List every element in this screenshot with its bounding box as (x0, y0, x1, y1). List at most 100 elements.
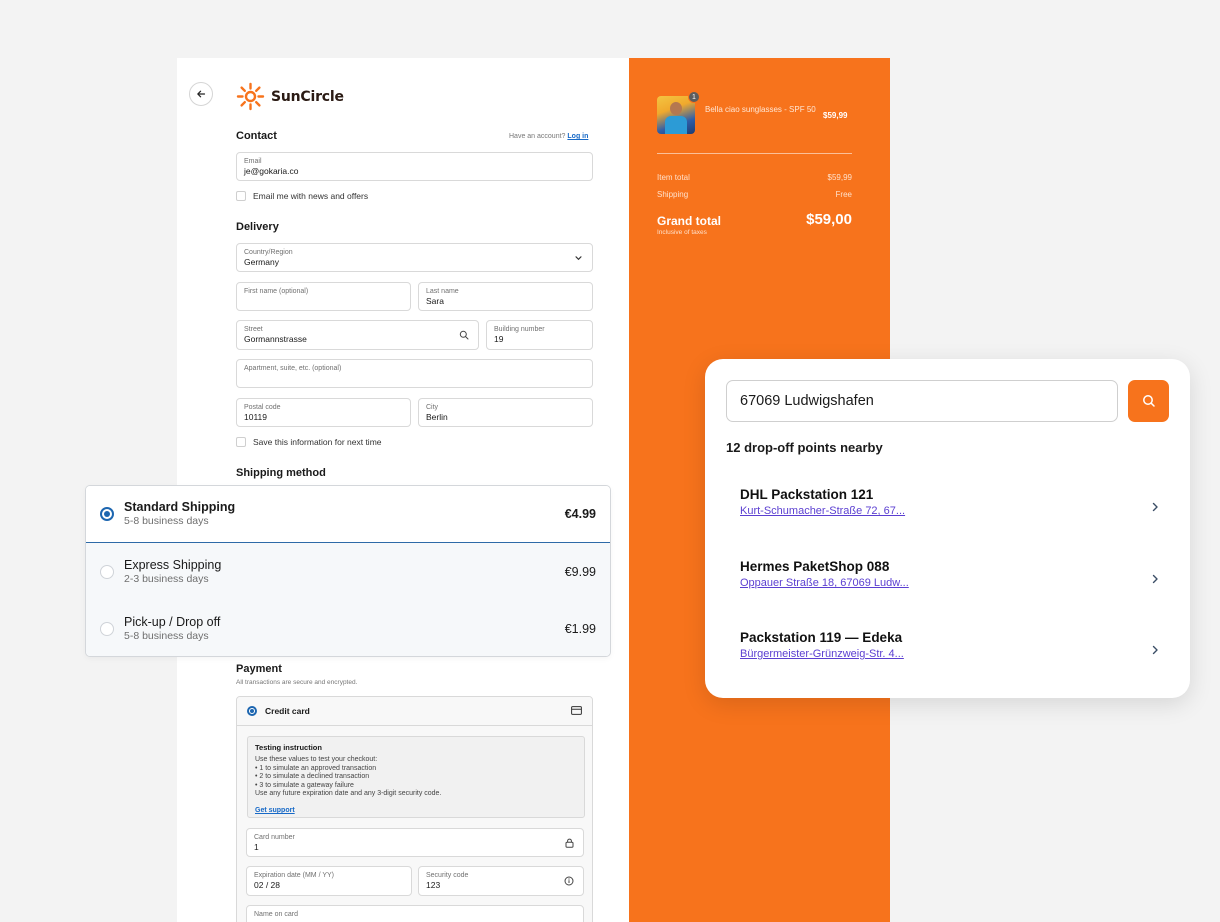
quantity-badge: 1 (688, 91, 700, 103)
postal-value: 10119 (244, 412, 268, 422)
dropoff-search-input[interactable]: 67069 Ludwigshafen (726, 380, 1118, 422)
brand-logo[interactable]: SunCircle (236, 82, 344, 111)
newsletter-checkbox-row[interactable]: Email me with news and offers (236, 191, 368, 201)
arrow-left-icon (197, 90, 206, 98)
product-thumbnail: 1 (657, 91, 700, 134)
radio-unselected[interactable] (100, 621, 114, 636)
country-label: Country/Region (244, 249, 293, 256)
security-code-value: 123 (426, 880, 441, 890)
street-field[interactable]: Street Gormannstrasse (236, 320, 479, 350)
city-label: City (426, 404, 439, 411)
shipping-total-value: Free (835, 190, 852, 199)
shipping-option-name: Standard Shipping (124, 500, 236, 514)
first-name-label: First name (optional) (244, 288, 309, 295)
brand-name: SunCircle (271, 88, 344, 105)
newsletter-label: Email me with news and offers (253, 191, 369, 201)
name-on-card-field[interactable]: Name on card (246, 905, 584, 922)
apartment-field[interactable]: Apartment, suite, etc. (optional) (236, 359, 593, 388)
testing-instruction-line: • 2 to simulate a declined transaction (255, 773, 370, 781)
newsletter-checkbox[interactable] (236, 191, 246, 201)
payment-subtitle: All transactions are secure and encrypte… (236, 679, 358, 686)
country-select[interactable]: Country/Region Germany (236, 243, 593, 272)
get-support-link[interactable]: Get support (255, 807, 295, 814)
product-name: Bella ciao sunglasses - SPF 50 (705, 105, 816, 114)
dropoff-point-address[interactable]: Bürgermeister-Grünzweig-Str. 4... (740, 646, 1160, 662)
testing-instruction-box: Testing instruction Use these values to … (247, 736, 585, 818)
payment-method-card: Credit card Testing instruction Use thes… (236, 696, 593, 922)
shipping-options-card: Standard Shipping 5-8 business days €4.9… (85, 485, 611, 657)
save-info-label: Save this information for next time (253, 437, 382, 447)
dropoff-points-popup: 67069 Ludwigshafen 12 drop-off points ne… (705, 359, 1190, 698)
delivery-title: Delivery (236, 221, 279, 233)
shipping-option-pickup[interactable]: Pick-up / Drop off 5-8 business days €1.… (86, 600, 610, 656)
contact-title: Contact (236, 130, 277, 142)
shipping-option-price: €4.99 (564, 507, 596, 521)
payment-title: Payment (236, 663, 282, 675)
expiration-date-field[interactable]: Expiration date (MM / YY) 02 / 28 (246, 866, 412, 896)
radio-unselected[interactable] (100, 564, 114, 579)
product-image-shirt (665, 116, 687, 134)
search-icon[interactable] (459, 330, 469, 340)
city-field[interactable]: City Berlin (418, 398, 593, 427)
payment-method-credit-card[interactable]: Credit card (237, 697, 592, 726)
shipping-method-title: Shipping method (236, 467, 326, 479)
product-price: $59,99 (823, 111, 848, 120)
dropoff-point-name: Hermes PaketShop 088 (740, 559, 890, 574)
login-prompt: Have an account? Log in (509, 133, 588, 140)
summary-divider (657, 153, 852, 154)
shipping-option-name: Pick-up / Drop off (124, 614, 221, 629)
security-code-field[interactable]: Security code 123 (418, 866, 584, 896)
name-on-card-label: Name on card (254, 911, 298, 918)
chevron-right-icon (1150, 573, 1160, 585)
last-name-label: Last name (426, 288, 459, 295)
info-icon[interactable] (564, 876, 574, 886)
shipping-option-price: €1.99 (564, 621, 596, 636)
grand-total-subtitle: Inclusive of taxes (657, 229, 707, 236)
dropoff-point-item[interactable]: Packstation 119 — Edeka Bürgermeister-Gr… (740, 629, 1160, 675)
save-info-checkbox[interactable] (236, 437, 246, 447)
dropoff-point-item[interactable]: Hermes PaketShop 088 Oppauer Straße 18, … (740, 558, 1160, 604)
dropoff-point-name: DHL Packstation 121 (740, 487, 874, 502)
card-number-value: 1 (254, 842, 259, 852)
have-account-text: Have an account? (509, 133, 566, 140)
payment-method-label: Credit card (265, 706, 310, 716)
product-image-face (670, 102, 682, 115)
chevron-down-icon (574, 253, 583, 262)
street-label: Street (244, 326, 263, 333)
email-field[interactable]: Email je@gokaria.co (236, 152, 593, 181)
radio-selected[interactable] (247, 706, 257, 716)
dropoff-point-item[interactable]: DHL Packstation 121 Kurt-Schumacher-Stra… (740, 486, 1160, 532)
radio-selected[interactable] (100, 507, 114, 521)
dropoff-point-address[interactable]: Oppauer Straße 18, 67069 Ludw... (740, 575, 1160, 591)
testing-instruction-title: Testing instruction (255, 743, 322, 752)
testing-instruction-line: • 1 to simulate an approved transaction (255, 764, 377, 772)
item-total-row: Item total $59,99 (657, 173, 852, 182)
building-label: Building number (494, 326, 545, 333)
testing-instruction-line: • 3 to simulate a gateway failure (255, 781, 354, 789)
save-info-checkbox-row[interactable]: Save this information for next time (236, 437, 382, 447)
dropoff-search-button[interactable] (1128, 380, 1169, 422)
building-number-field[interactable]: Building number 19 (486, 320, 593, 350)
card-number-field[interactable]: Card number 1 (246, 828, 584, 857)
postal-code-field[interactable]: Postal code 10119 (236, 398, 411, 427)
shipping-option-express[interactable]: Express Shipping 2-3 business days €9.99 (86, 543, 610, 600)
shipping-option-standard[interactable]: Standard Shipping 5-8 business days €4.9… (86, 486, 610, 543)
grand-total-label: Grand total (657, 214, 722, 228)
back-button[interactable] (189, 82, 213, 106)
shipping-option-text: Standard Shipping 5-8 business days (124, 500, 565, 528)
country-value: Germany (244, 257, 279, 267)
item-total-label: Item total (657, 173, 690, 182)
shipping-option-eta: 5-8 business days (124, 629, 209, 642)
last-name-field[interactable]: Last name Sara (418, 282, 593, 311)
postal-label: Postal code (244, 404, 281, 411)
shipping-option-eta: 5-8 business days (124, 515, 209, 527)
shipping-option-eta: 2-3 business days (124, 572, 209, 585)
first-name-field[interactable]: First name (optional) (236, 282, 411, 311)
dropoff-point-address[interactable]: Kurt-Schumacher-Straße 72, 67... (740, 503, 1160, 519)
city-value: Berlin (426, 412, 448, 422)
login-link[interactable]: Log in (567, 133, 588, 140)
search-icon (1142, 395, 1155, 407)
dropoff-search-value: 67069 Ludwigshafen (740, 393, 874, 409)
lock-icon (565, 838, 574, 848)
shipping-option-price: €9.99 (564, 564, 596, 579)
